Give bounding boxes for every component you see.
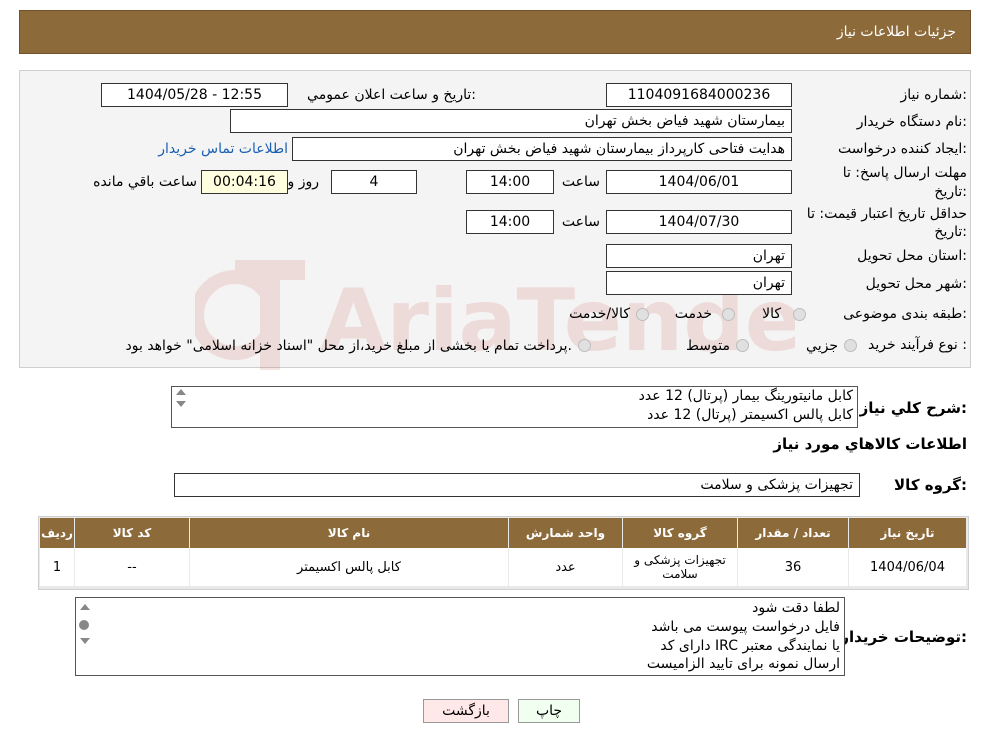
validity-label: حداقل تاریخ اعتبار قیمت: تا	[806, 206, 967, 222]
announce-date-field: 1404/05/28 - 12:55	[101, 83, 288, 107]
process-option-medium: متوسط	[686, 338, 730, 354]
cell-code: --	[74, 548, 190, 586]
process-radio-minor[interactable]	[844, 339, 857, 352]
notes-line: فایل درخواست پیوست می باشد	[651, 619, 840, 635]
scroll-up-icon[interactable]	[176, 389, 186, 395]
notes-scrollbar[interactable]	[76, 598, 92, 675]
deadline-label-2: تاریخ:	[934, 184, 967, 200]
th-unit: واحد شمارش	[508, 518, 623, 548]
announce-label: تاریخ و ساعت اعلان عمومي:	[307, 87, 476, 103]
cell-need-date: 1404/06/04	[848, 548, 966, 586]
th-group: گروه کالا	[622, 518, 738, 548]
category-label: طبقه بندی موضوعی:	[843, 306, 967, 322]
cell-row-no: 1	[40, 548, 75, 586]
goods-group-label: گروه کالا:	[894, 476, 967, 494]
need-number-field: 1104091684000236	[606, 83, 792, 107]
days-label: روز و	[287, 174, 320, 190]
validity-date-field: 1404/07/30	[606, 210, 792, 234]
buyer-notes-label: توضیحات خریدار:	[840, 628, 967, 646]
buyer-contact-link[interactable]: اطلاعات تماس خریدار	[158, 141, 288, 157]
remaining-time-field: 00:04:16	[201, 170, 288, 194]
scroll-up-icon[interactable]	[80, 604, 90, 610]
province-field: تهران	[606, 244, 792, 268]
goods-group-field: تجهیزات پزشکی و سلامت	[174, 473, 860, 497]
validity-label-2: تاریخ:	[934, 224, 967, 240]
print-button[interactable]: چاپ	[518, 699, 580, 723]
validity-time-field: 14:00	[466, 210, 554, 234]
description-label: شرح کلي نياز:	[859, 399, 967, 417]
notes-line: لطفا دقت شود	[752, 600, 840, 616]
process-option-minor: جزیي	[806, 338, 838, 354]
cell-group: تجهیزات پزشکی و سلامت	[622, 548, 738, 586]
days-field: 4	[331, 170, 417, 194]
th-quantity: تعداد / مقدار	[737, 518, 849, 548]
process-radio-medium[interactable]	[736, 339, 749, 352]
th-need-date: تاریخ نیاز	[848, 518, 966, 548]
buyer-notes-box[interactable]: لطفا دقت شود فایل درخواست پیوست می باشد …	[75, 597, 845, 676]
cell-unit: عدد	[508, 548, 623, 586]
need-number-label: شماره نیاز:	[900, 87, 967, 103]
page-title: جزئیات اطلاعات نیاز	[836, 24, 956, 40]
category-radio-goods-service[interactable]	[636, 308, 649, 321]
category-option-goods: کالا	[762, 306, 781, 322]
goods-info-title: اطلاعات کالاهاي مورد نياز	[773, 435, 967, 453]
buyer-org-label: نام دستگاه خريدار:	[856, 114, 967, 130]
description-scrollbar[interactable]	[172, 387, 188, 427]
deadline-label: مهلت ارسال پاسخ: تا	[842, 165, 967, 181]
validity-time-label: ساعت	[561, 214, 600, 230]
city-field: تهران	[606, 271, 792, 295]
description-box[interactable]: کابل مانیتورینگ بیمار (پرتال) 12 عدد کاب…	[171, 386, 858, 428]
deadline-time-field: 14:00	[466, 170, 554, 194]
process-checkbox-treasury[interactable]	[578, 339, 591, 352]
creator-field: هدایت فتاحی کارپرداز بیمارستان شهید فیاض…	[292, 137, 792, 161]
th-name: نام کالا	[189, 518, 509, 548]
description-line: کابل پالس اکسیمتر (پرتال) 12 عدد	[647, 407, 853, 423]
category-radio-service[interactable]	[722, 308, 735, 321]
notes-line: ارسال نمونه برای تایید الزامیست	[646, 656, 840, 672]
table-header-row: ردیف کد کالا نام کالا واحد شمارش گروه کا…	[40, 518, 966, 548]
remaining-label: ساعت باقي مانده	[93, 174, 197, 190]
notes-line: دارای کد IRC یا نمایندگی معتبر	[660, 638, 840, 654]
category-option-service: خدمت	[674, 306, 712, 322]
deadline-time-label: ساعت	[561, 174, 600, 190]
scroll-down-icon[interactable]	[176, 401, 186, 407]
creator-label: ایجاد کننده درخواست:	[838, 141, 967, 157]
buyer-org-field: بیمارستان شهید فیاض بخش تهران	[230, 109, 792, 133]
deadline-date-field: 1404/06/01	[606, 170, 792, 194]
scroll-thumb[interactable]	[79, 620, 89, 630]
cell-name: کابل پالس اکسیمتر	[189, 548, 509, 586]
process-note: پرداخت تمام یا بخشی از مبلغ خرید،از محل …	[125, 338, 572, 354]
table-row: 1 -- کابل پالس اکسیمتر عدد تجهیزات پزشکی…	[40, 548, 966, 586]
province-label: استان محل تحویل:	[857, 248, 967, 264]
category-option-goods-service: کالا/خدمت	[569, 306, 630, 322]
city-label: شهر محل تحویل:	[865, 276, 967, 292]
page-header: جزئیات اطلاعات نیاز	[19, 10, 971, 54]
description-line: کابل مانیتورینگ بیمار (پرتال) 12 عدد	[638, 388, 853, 404]
category-radio-goods[interactable]	[793, 308, 806, 321]
back-button[interactable]: بازگشت	[423, 699, 509, 723]
items-table: ردیف کد کالا نام کالا واحد شمارش گروه کا…	[40, 518, 966, 586]
th-row-no: ردیف	[40, 518, 75, 548]
scroll-down-icon[interactable]	[80, 638, 90, 644]
cell-quantity: 36	[737, 548, 849, 586]
th-code: کد کالا	[74, 518, 190, 548]
process-label: نوع فرآیند خرید :	[868, 337, 967, 353]
